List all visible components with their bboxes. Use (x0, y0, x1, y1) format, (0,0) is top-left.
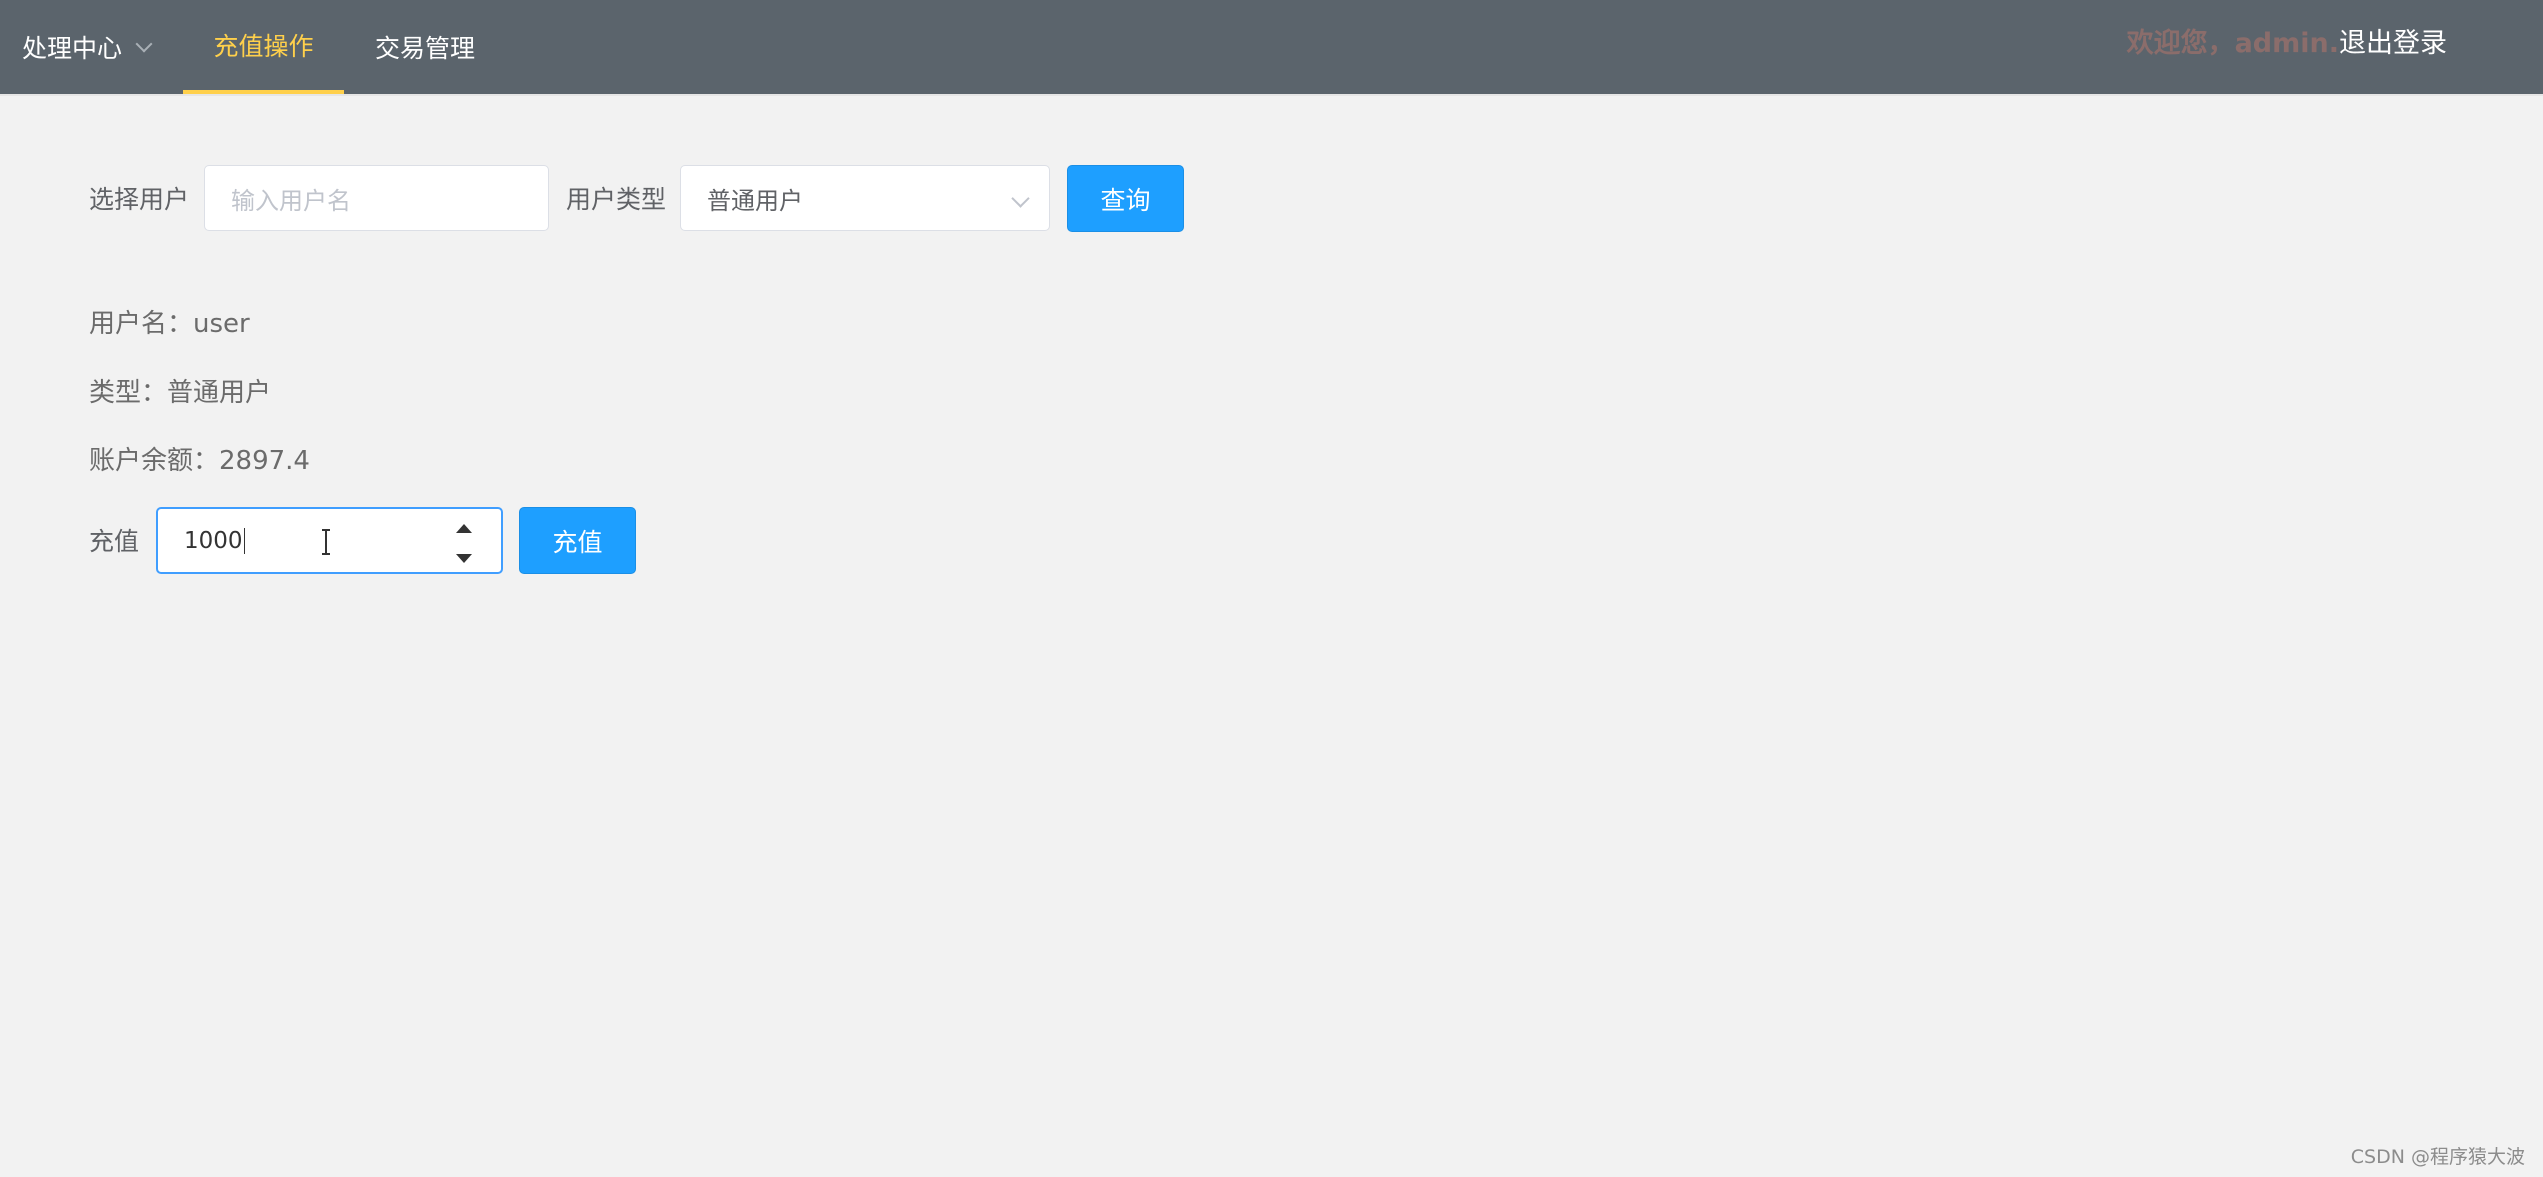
username-input-placeholder: 输入用户名 (231, 186, 351, 215)
tab-recharge-label: 充值操作 (213, 32, 314, 61)
logout-link[interactable]: 退出登录 (2339, 21, 2447, 60)
chevron-down-icon (135, 35, 153, 53)
increment-arrow-icon[interactable] (456, 523, 472, 533)
recharge-label: 充值 (89, 527, 140, 556)
menu-processing-center[interactable]: 处理中心 (22, 0, 172, 94)
user-welcome: 欢迎您，admin. 退出登录 (2127, 0, 2447, 80)
query-button[interactable]: 查询 (1067, 165, 1184, 232)
user-type-select[interactable]: 普通用户 (680, 165, 1050, 231)
balance-info: 账户余额：2897.4 (89, 446, 310, 476)
recharge-amount-input[interactable]: 1000 (156, 507, 503, 574)
username-input[interactable]: 输入用户名 (204, 165, 549, 231)
decrement-arrow-icon[interactable] (456, 553, 472, 563)
tab-recharge[interactable]: 充值操作 (183, 0, 344, 94)
tab-transaction-management[interactable]: 交易管理 (344, 0, 506, 94)
text-caret (243, 527, 245, 554)
watermark: CSDN @程序猿大波 (2350, 1146, 2525, 1168)
text-cursor-icon (322, 529, 330, 555)
recharge-amount-value: 1000 (184, 527, 243, 554)
user-type-selected: 普通用户 (707, 186, 803, 215)
top-navbar: 处理中心 充值操作 交易管理 欢迎您，admin. 退出登录 (0, 0, 2543, 96)
welcome-text: 欢迎您，admin. (2126, 27, 2339, 59)
tab-transaction-management-label: 交易管理 (374, 34, 475, 63)
chevron-down-icon (1011, 189, 1030, 208)
user-type-info: 类型：普通用户 (89, 378, 272, 408)
recharge-button[interactable]: 充值 (519, 507, 636, 574)
user-type-label: 用户类型 (566, 185, 667, 214)
menu-processing-center-label: 处理中心 (22, 34, 123, 63)
number-spinner[interactable] (451, 513, 477, 573)
username-info: 用户名：user (89, 309, 250, 339)
select-user-label: 选择用户 (89, 185, 190, 214)
